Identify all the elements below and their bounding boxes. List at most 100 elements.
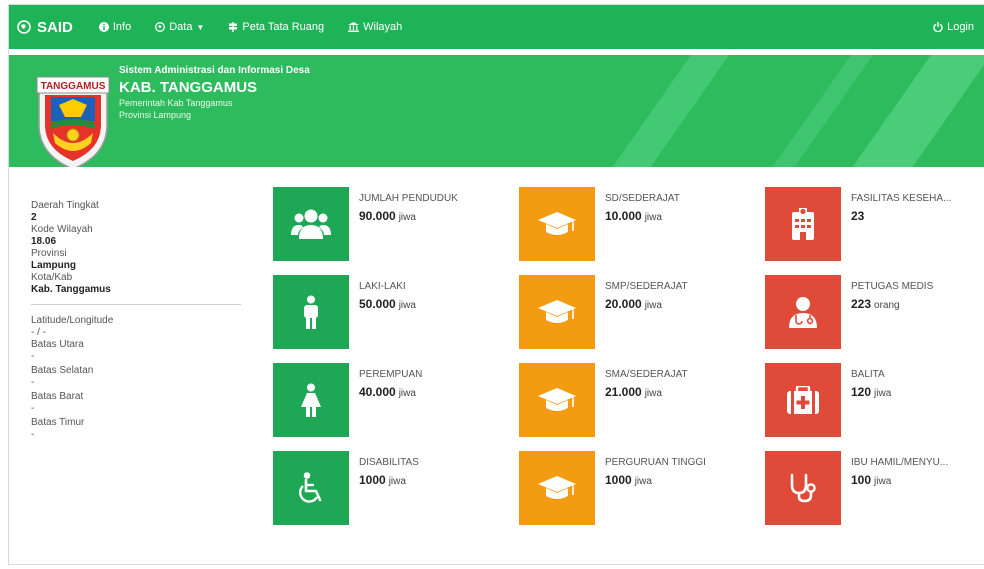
stat-value: 23 <box>851 209 867 223</box>
kota-label: Kota/Kab <box>31 272 73 283</box>
nav-info[interactable]: Info <box>98 21 132 33</box>
brand-link[interactable]: SAID <box>17 19 73 36</box>
svg-text:TANGGAMUS: TANGGAMUS <box>41 81 106 92</box>
provinsi-value: Lampung <box>31 260 76 271</box>
stat-title: BALITA <box>851 369 885 380</box>
stat-number: 120 <box>851 385 872 399</box>
graduation-cap-icon <box>519 187 595 261</box>
stat-number: 21.000 <box>605 385 642 399</box>
institution-icon <box>348 22 360 32</box>
stat-number: 223 <box>851 297 872 311</box>
stat-title: IBU HAMIL/MENYU... <box>851 457 949 468</box>
stat-unit: jiwa <box>398 300 416 311</box>
stat-card-ibu-hamil[interactable]: IBU HAMIL/MENYU... 100 jiwa <box>765 451 984 525</box>
banner-stripe <box>599 55 737 167</box>
stethoscope-icon <box>765 451 841 525</box>
batas-timur-value: - <box>31 429 35 440</box>
nav-peta-label: Peta Tata Ruang <box>242 21 325 33</box>
kode-wilayah-value: 18.06 <box>31 236 57 247</box>
medkit-icon <box>765 363 841 437</box>
stat-number: 50.000 <box>359 297 396 311</box>
stat-unit: jiwa <box>874 388 892 399</box>
brand-label: SAID <box>37 18 73 36</box>
nav-peta-tata-ruang[interactable]: Peta Tata Ruang <box>228 21 324 33</box>
banner-title: KAB. TANGGAMUS <box>119 79 258 96</box>
stat-title: SMP/SEDERAJAT <box>605 281 688 292</box>
stat-title: PETUGAS MEDIS <box>851 281 934 292</box>
power-icon <box>933 22 943 32</box>
stat-value: 21.000 jiwa <box>605 385 662 399</box>
stat-card-sma[interactable]: SMA/SEDERAJAT 21.000 jiwa <box>519 363 749 437</box>
latlong-value: - / - <box>31 327 46 338</box>
kota-value: Kab. Tanggamus <box>31 284 111 295</box>
stat-title: SD/SEDERAJAT <box>605 193 680 204</box>
tanggamus-logo: TANGGAMUS <box>36 76 110 167</box>
daerah-tingkat-value: 2 <box>31 212 37 223</box>
stat-card-perempuan[interactable]: PEREMPUAN 40.000 jiwa <box>273 363 503 437</box>
stat-unit: jiwa <box>388 476 406 487</box>
stat-title: PERGURUAN TINGGI <box>605 457 706 468</box>
batas-utara-label: Batas Utara <box>31 339 84 350</box>
stat-value: 100 jiwa <box>851 473 891 487</box>
region-info-panel: Daerah Tingkat 2 Kode Wilayah 18.06 Prov… <box>31 200 251 441</box>
globe-icon <box>17 20 31 34</box>
hospital-icon <box>765 187 841 261</box>
caret-down-icon: ▼ <box>196 22 205 32</box>
signpost-icon <box>228 22 238 32</box>
info-circle-icon <box>98 22 109 32</box>
stat-card-perguruan-tinggi[interactable]: PERGURUAN TINGGI 1000 jiwa <box>519 451 749 525</box>
female-icon <box>273 363 349 437</box>
batas-utara-value: - <box>31 351 35 362</box>
stat-value: 1000 jiwa <box>359 473 406 487</box>
stat-value: 20.000 jiwa <box>605 297 662 311</box>
stat-card-fasilitas-kesehatan[interactable]: FASILITAS KESEHA... 23 <box>765 187 984 261</box>
top-navbar: SAID Info Data ▼ Peta Tata Ruang Wilayah… <box>9 5 984 49</box>
stat-title: FASILITAS KESEHA... <box>851 193 952 204</box>
kode-wilayah-label: Kode Wilayah <box>31 224 93 235</box>
globe-icon <box>155 22 166 32</box>
stat-card-petugas-medis[interactable]: PETUGAS MEDIS 223 orang <box>765 275 984 349</box>
stat-number: 100 <box>851 473 872 487</box>
graduation-cap-icon <box>519 363 595 437</box>
nav-data-label: Data <box>169 21 193 33</box>
stat-card-sd[interactable]: SD/SEDERAJAT 10.000 jiwa <box>519 187 749 261</box>
stat-number: 20.000 <box>605 297 642 311</box>
batas-barat-value: - <box>31 403 35 414</box>
banner-subtitle-2: Provinsi Lampung <box>119 110 192 120</box>
batas-selatan-value: - <box>31 377 35 388</box>
stat-value: 120 jiwa <box>851 385 891 399</box>
provinsi-label: Provinsi <box>31 248 67 259</box>
stat-unit: jiwa <box>398 388 416 399</box>
latlong-label: Latitude/Longitude <box>31 315 114 326</box>
nav-info-label: Info <box>112 21 132 33</box>
banner-text-block: Sistem Administrasi dan Informasi Desa K… <box>119 65 310 120</box>
stat-unit: jiwa <box>634 476 652 487</box>
system-name: Sistem Administrasi dan Informasi Desa <box>119 65 310 76</box>
stat-number: 40.000 <box>359 385 396 399</box>
nav-data-dropdown[interactable]: Data ▼ <box>155 21 204 33</box>
banner-stripe <box>839 55 984 167</box>
nav-wilayah[interactable]: Wilayah <box>348 21 402 33</box>
banner-subtitle-1: Pemerintah Kab Tanggamus <box>119 98 233 108</box>
banner-stripe <box>759 55 881 167</box>
stat-unit: jiwa <box>398 212 416 223</box>
stat-title: LAKI-LAKI <box>359 281 406 292</box>
browser-frame: SAID Info Data ▼ Peta Tata Ruang Wilayah… <box>8 4 984 565</box>
stat-title: SMA/SEDERAJAT <box>605 369 688 380</box>
stat-value: 40.000 jiwa <box>359 385 416 399</box>
stat-card-jumlah-penduduk[interactable]: JUMLAH PENDUDUK 90.000 jiwa <box>273 187 503 261</box>
stat-title: JUMLAH PENDUDUK <box>359 193 458 204</box>
nav-wilayah-label: Wilayah <box>363 21 403 33</box>
stat-card-disabilitas[interactable]: DISABILITAS 1000 jiwa <box>273 451 503 525</box>
wheelchair-icon <box>273 451 349 525</box>
stat-card-balita[interactable]: BALITA 120 jiwa <box>765 363 984 437</box>
stat-card-laki-laki[interactable]: LAKI-LAKI 50.000 jiwa <box>273 275 503 349</box>
daerah-tingkat-label: Daerah Tingkat <box>31 200 99 211</box>
stat-unit: jiwa <box>874 476 892 487</box>
stat-title: PEREMPUAN <box>359 369 423 380</box>
stat-card-smp[interactable]: SMP/SEDERAJAT 20.000 jiwa <box>519 275 749 349</box>
stat-number: 90.000 <box>359 209 396 223</box>
user-doctor-icon <box>765 275 841 349</box>
stat-title: DISABILITAS <box>359 457 419 468</box>
login-link[interactable]: Login <box>933 5 974 49</box>
